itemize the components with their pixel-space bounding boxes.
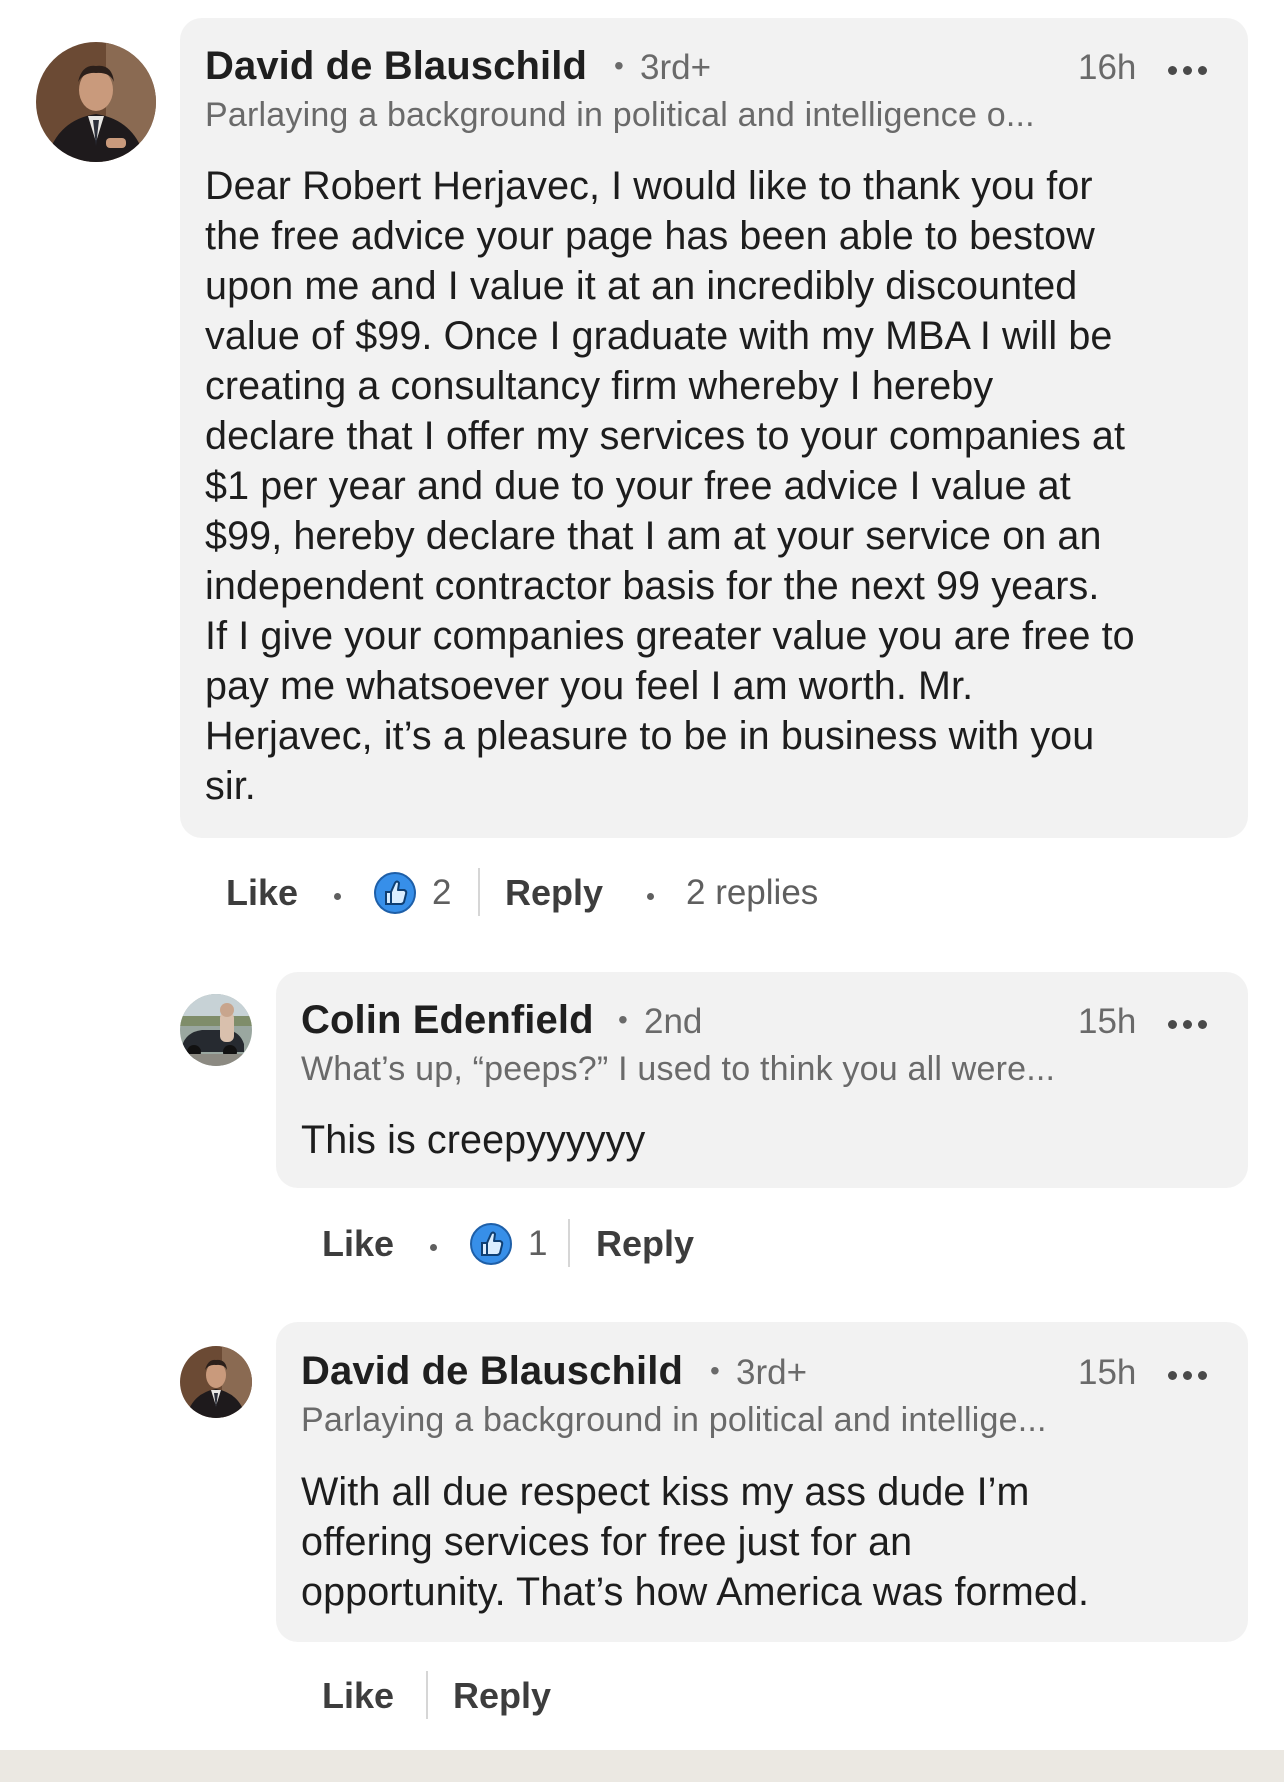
- like-button[interactable]: Like: [226, 872, 298, 914]
- author-name[interactable]: David de Blauschild: [301, 1349, 683, 1394]
- more-options-icon[interactable]: [1168, 1018, 1210, 1030]
- separator-dot: [647, 893, 654, 900]
- like-button[interactable]: Like: [322, 1675, 394, 1717]
- separator-dot: •: [618, 1004, 628, 1035]
- connection-degree: 3rd+: [640, 48, 712, 87]
- reply-button[interactable]: Reply: [505, 872, 603, 914]
- avatar-image: [36, 42, 156, 162]
- divider: [426, 1671, 428, 1719]
- timestamp: 16h: [1078, 48, 1137, 87]
- more-options-icon[interactable]: [1168, 1369, 1210, 1381]
- connection-degree: 2nd: [644, 1002, 703, 1041]
- author-headline: What’s up, “peeps?” I used to think you …: [301, 1050, 1056, 1088]
- more-options-icon[interactable]: [1168, 64, 1210, 76]
- separator-dot: •: [614, 50, 624, 81]
- like-button[interactable]: Like: [322, 1223, 394, 1265]
- divider: [478, 868, 480, 916]
- avatar[interactable]: [180, 1346, 252, 1418]
- separator-dot: [334, 893, 341, 900]
- avatar[interactable]: [180, 994, 252, 1066]
- author-name[interactable]: David de Blauschild: [205, 44, 587, 89]
- reply-button[interactable]: Reply: [596, 1223, 694, 1265]
- separator-dot: [430, 1244, 437, 1251]
- reply-button[interactable]: Reply: [453, 1675, 551, 1717]
- separator-dot: •: [710, 1355, 720, 1386]
- author-headline: Parlaying a background in political and …: [205, 96, 1035, 134]
- like-reaction-icon[interactable]: [374, 872, 416, 914]
- divider: [568, 1219, 570, 1267]
- timestamp: 15h: [1078, 1002, 1137, 1041]
- avatar[interactable]: [36, 42, 156, 162]
- comment-text: With all due respect kiss my ass dude I’…: [301, 1470, 1090, 1614]
- bottom-bar: [0, 1750, 1284, 1782]
- comment-text: Dear Robert Herjavec, I would like to th…: [205, 164, 1135, 808]
- avatar-image: [180, 994, 252, 1066]
- replies-link[interactable]: 2 replies: [686, 873, 818, 913]
- author-name[interactable]: Colin Edenfield: [301, 998, 594, 1043]
- reaction-count[interactable]: 2: [432, 873, 451, 913]
- connection-degree: 3rd+: [736, 1353, 808, 1392]
- timestamp: 15h: [1078, 1353, 1137, 1392]
- comment-text: This is creepyyyyyy: [301, 1118, 646, 1162]
- like-reaction-icon[interactable]: [470, 1223, 512, 1265]
- avatar-image: [180, 1346, 252, 1418]
- author-headline: Parlaying a background in political and …: [301, 1401, 1047, 1439]
- reaction-count[interactable]: 1: [528, 1224, 547, 1264]
